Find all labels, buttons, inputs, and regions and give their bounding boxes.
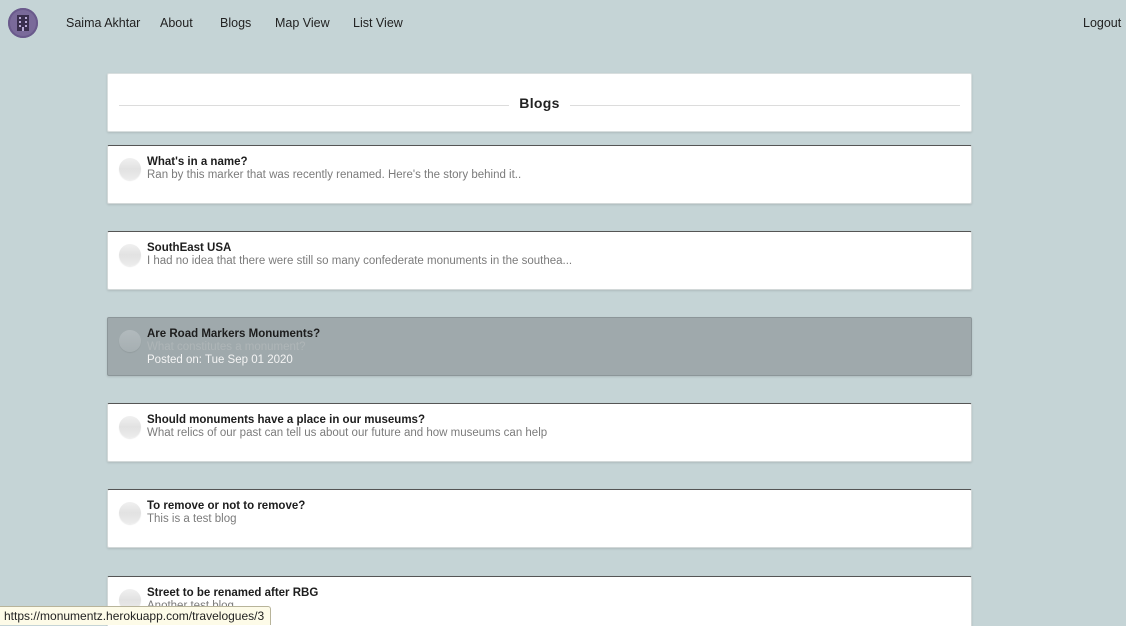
nav-list-view-link[interactable]: List View bbox=[353, 16, 403, 30]
blog-card[interactable]: Should monuments have a place in our mus… bbox=[107, 403, 972, 462]
blog-title: Should monuments have a place in our mus… bbox=[147, 414, 425, 426]
top-navbar: Saima Akhtar About Blogs Map View List V… bbox=[0, 0, 1126, 48]
blog-title: Are Road Markers Monuments? bbox=[147, 328, 321, 340]
nav-about-link[interactable]: About bbox=[160, 16, 193, 30]
page-title: Blogs bbox=[108, 95, 971, 111]
nav-map-view-link[interactable]: Map View bbox=[275, 16, 330, 30]
blog-title: Street to be renamed after RBG bbox=[147, 587, 319, 599]
logout-link[interactable]: Logout bbox=[1083, 16, 1121, 30]
blog-description: I had no idea that there were still so m… bbox=[147, 255, 573, 267]
blog-card[interactable]: To remove or not to remove? This is a te… bbox=[107, 489, 972, 548]
avatar bbox=[119, 158, 141, 180]
blog-description: This is a test blog bbox=[147, 513, 237, 525]
blog-title: SouthEast USA bbox=[147, 242, 232, 254]
blog-description: What relics of our past can tell us abou… bbox=[147, 427, 548, 439]
blog-title: What's in a name? bbox=[147, 156, 248, 168]
building-icon bbox=[17, 15, 29, 31]
blog-card-hovered[interactable]: Are Road Markers Monuments? What constit… bbox=[107, 317, 972, 376]
avatar bbox=[119, 330, 141, 352]
blog-description: Ran by this marker that was recently ren… bbox=[147, 169, 522, 181]
link-status-bar: https://monumentz.herokuapp.com/travelog… bbox=[0, 606, 272, 625]
blog-card[interactable]: SouthEast USA I had no idea that there w… bbox=[107, 231, 972, 290]
avatar bbox=[119, 244, 141, 266]
avatar bbox=[119, 416, 141, 438]
avatar bbox=[119, 502, 141, 524]
blog-description: What constitutes a monument? bbox=[147, 341, 306, 353]
blogs-header-card: Blogs bbox=[107, 73, 972, 132]
blog-card[interactable]: What's in a name? Ran by this marker tha… bbox=[107, 145, 972, 204]
nav-user-link[interactable]: Saima Akhtar bbox=[66, 16, 140, 30]
nav-blogs-link[interactable]: Blogs bbox=[220, 16, 251, 30]
home-logo[interactable] bbox=[8, 8, 38, 38]
blog-posted-date: Posted on: Tue Sep 01 2020 bbox=[147, 354, 293, 366]
blog-title: To remove or not to remove? bbox=[147, 500, 306, 512]
